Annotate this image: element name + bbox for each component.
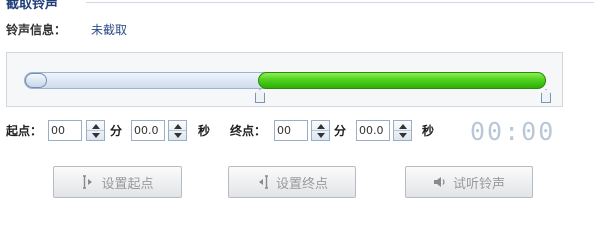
selected-range[interactable] <box>258 72 546 89</box>
start-minutes-input[interactable] <box>48 120 82 141</box>
stepper-up-icon[interactable] <box>174 124 182 129</box>
preview-ringtone-button-label: 试听铃声 <box>452 176 505 192</box>
speaker-icon <box>433 177 445 187</box>
bracket-play-icon <box>83 175 93 189</box>
start-minutes-unit: 分 <box>110 124 123 138</box>
title-divider <box>86 2 594 3</box>
ringtone-info-label: 铃声信息： <box>6 23 67 37</box>
play-left-bracket-icon <box>258 175 268 189</box>
end-seconds-unit: 秒 <box>422 124 435 138</box>
stepper-down-icon[interactable] <box>317 133 325 138</box>
end-seconds-stepper[interactable] <box>393 120 412 141</box>
set-end-button[interactable]: 设置终点 <box>228 166 356 198</box>
end-minutes-input[interactable] <box>274 120 308 141</box>
start-seconds-input[interactable] <box>131 120 165 141</box>
set-end-button-label: 设置终点 <box>275 176 328 192</box>
stepper-up-icon[interactable] <box>92 124 100 129</box>
stepper-up-icon[interactable] <box>399 124 407 129</box>
end-label: 终点： <box>230 124 267 138</box>
set-start-button[interactable]: 设置起点 <box>53 166 182 198</box>
time-display: 00:00 <box>470 117 556 146</box>
stepper-up-icon[interactable] <box>317 124 325 129</box>
ringtone-info-value: 未截取 <box>91 23 128 37</box>
set-start-button-label: 设置起点 <box>101 176 154 192</box>
stepper-down-icon[interactable] <box>92 133 100 138</box>
start-minutes-stepper[interactable] <box>86 120 105 141</box>
stepper-down-icon[interactable] <box>399 133 407 138</box>
stepper-down-icon[interactable] <box>174 133 182 138</box>
end-minutes-unit: 分 <box>334 124 347 138</box>
end-seconds-input[interactable] <box>356 120 390 141</box>
start-label: 起点： <box>6 124 43 138</box>
preview-ringtone-button[interactable]: 试听铃声 <box>405 166 533 198</box>
start-seconds-stepper[interactable] <box>168 120 187 141</box>
start-seconds-unit: 秒 <box>198 124 211 138</box>
section-title: 截取铃声 <box>6 0 59 12</box>
playhead-knob[interactable] <box>25 73 47 88</box>
end-minutes-stepper[interactable] <box>311 120 330 141</box>
